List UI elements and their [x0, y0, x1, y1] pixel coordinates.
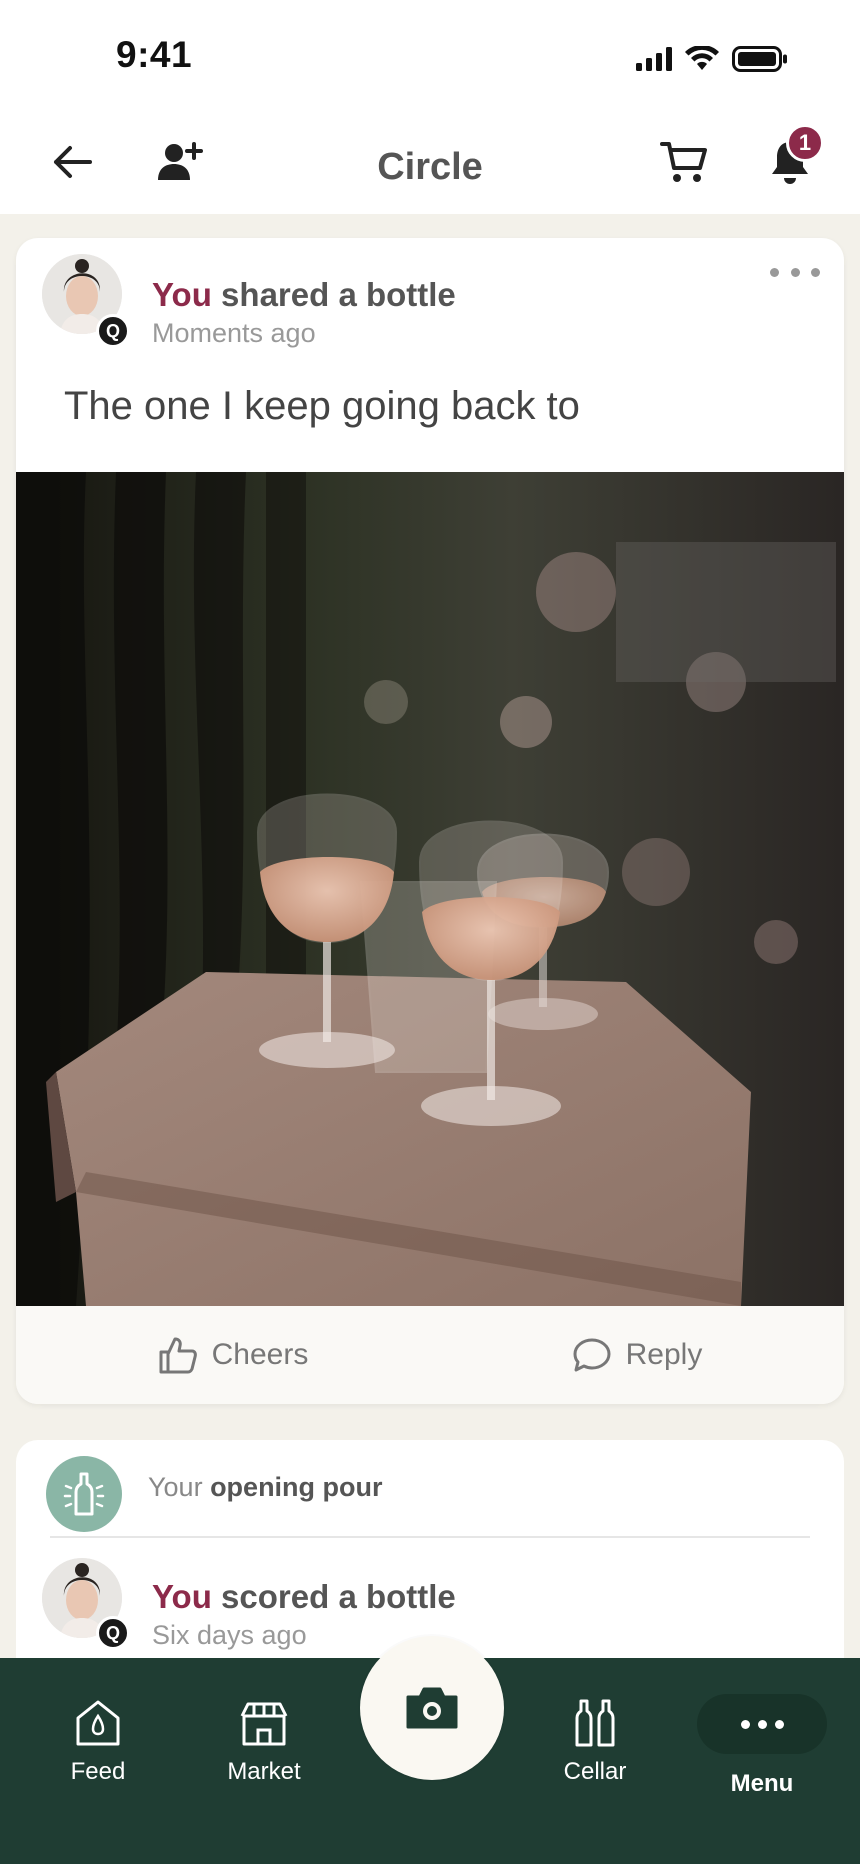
nav-menu-label[interactable]: Menu: [697, 1770, 827, 1798]
post-action: shared a bottle: [211, 276, 456, 313]
author-name[interactable]: You: [152, 276, 212, 313]
post-action: scored a bottle: [211, 1578, 456, 1615]
status-icons: [636, 46, 788, 72]
camera-icon: [406, 1687, 458, 1729]
camera-button[interactable]: [360, 1636, 504, 1780]
cheers-button[interactable]: Cheers: [16, 1306, 430, 1404]
reply-label: Reply: [625, 1338, 703, 1371]
post-photo[interactable]: [16, 472, 844, 1306]
nav-market-label: Market: [227, 1758, 301, 1785]
market-icon: [240, 1702, 288, 1746]
cart-icon: [660, 142, 707, 182]
notifications-button[interactable]: 1: [762, 124, 824, 190]
reply-button[interactable]: Reply: [430, 1306, 844, 1404]
pour-text: Your opening pour: [148, 1472, 383, 1503]
pour-badge: [46, 1456, 122, 1532]
thumbs-up-icon: [159, 1337, 197, 1374]
post-timestamp: Six days ago: [152, 1620, 307, 1650]
nav-menu[interactable]: [697, 1694, 827, 1754]
wifi-icon: [685, 46, 719, 70]
nav-feed-label: Feed: [70, 1758, 126, 1785]
battery-icon: [732, 46, 787, 72]
bottle-icon: [63, 1472, 105, 1516]
pour-bold: opening pour: [210, 1472, 383, 1502]
speech-bubble-icon: [573, 1338, 611, 1372]
status-bar: 9:41: [0, 0, 860, 110]
status-time: 9:41: [116, 34, 193, 75]
app-header: Circle 1: [0, 110, 860, 214]
avatar-badge: Q: [96, 314, 130, 348]
nav-cellar[interactable]: Cellar: [525, 1698, 665, 1786]
pour-prefix: Your: [148, 1472, 211, 1502]
signal-icon: [636, 47, 672, 71]
post-card: Q You shared a bottle Moments ago The on…: [16, 238, 844, 1404]
post-headline: You scored a bottle: [152, 1578, 456, 1616]
avatar-badge: Q: [96, 1616, 130, 1650]
cellar-icon: [575, 1699, 615, 1747]
feed-icon: [76, 1700, 120, 1746]
more-icon: [740, 1719, 750, 1729]
divider: [50, 1536, 810, 1538]
more-options-button[interactable]: [770, 260, 820, 284]
page-title: Circle: [377, 146, 483, 188]
author-name[interactable]: You: [152, 1578, 212, 1615]
cheers-label: Cheers: [211, 1338, 309, 1371]
nav-feed[interactable]: Feed: [28, 1698, 168, 1786]
post-actions: Cheers Reply: [16, 1306, 844, 1404]
notification-badge: 1: [786, 124, 824, 162]
post-headline: You shared a bottle: [152, 276, 456, 314]
post-text: The one I keep going back to: [64, 384, 580, 428]
nav-cellar-label: Cellar: [563, 1758, 627, 1785]
nav-market[interactable]: Market: [194, 1698, 334, 1786]
post-timestamp: Moments ago: [152, 318, 316, 348]
cart-button[interactable]: [656, 134, 712, 190]
